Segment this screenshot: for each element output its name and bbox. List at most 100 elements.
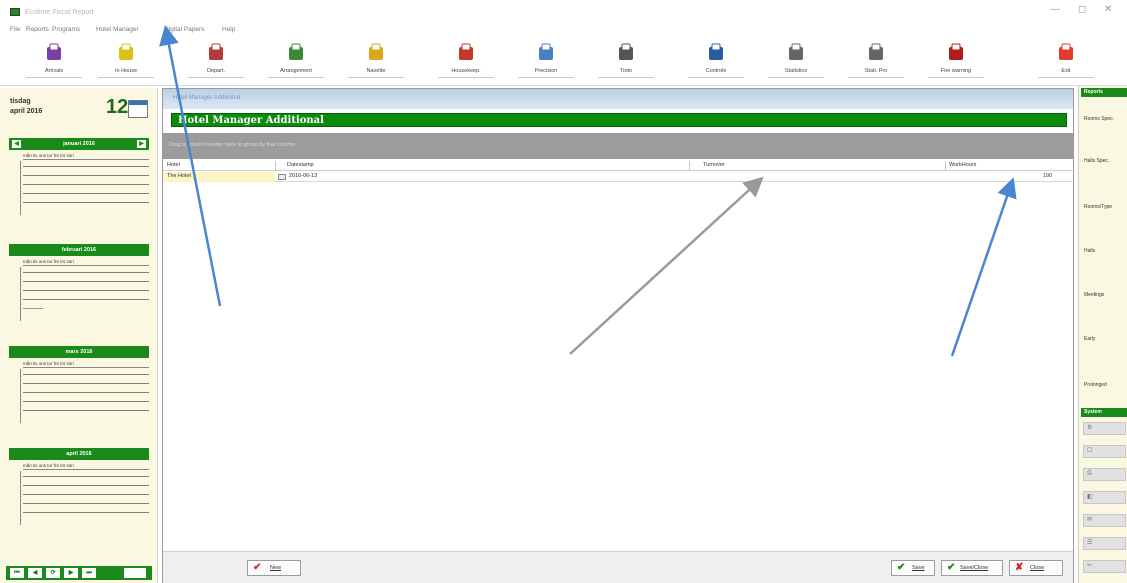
menu-reports[interactable]: Reports — [26, 26, 49, 33]
calendar-week-row[interactable] — [23, 401, 149, 402]
month-calendar: mars 2016 mån tis ons tor fre lör sön — [9, 346, 149, 424]
system-print-icon[interactable]: ⎙ — [1083, 468, 1126, 481]
report-link[interactable]: Rooms/Type — [1084, 204, 1112, 210]
save-close-button[interactable]: ✔ Save/Close — [941, 560, 1003, 576]
toolbar-underline — [438, 77, 494, 78]
weekday-row: mån tis ons tor fre lör sön — [23, 361, 149, 368]
calendar-grid-icon[interactable] — [124, 568, 146, 578]
first-month-button[interactable]: ⏮ — [10, 568, 24, 578]
menu-help[interactable]: Help — [222, 26, 235, 33]
column-header-turnover[interactable]: Turnover — [703, 162, 725, 168]
table-row[interactable]: The Hotel 2016-06-13 190 — [163, 172, 1073, 182]
toolbar: Arrivals In House Depart. Arrangement Navett… — [0, 40, 1127, 86]
month-grid[interactable]: mån tis ons tor fre lör sön — [9, 153, 149, 215]
last-month-button[interactable]: ⏭ — [82, 568, 96, 578]
close-icon[interactable]: ✕ — [1104, 4, 1112, 15]
minimize-icon[interactable]: — — [1050, 4, 1060, 15]
system-users-icon[interactable]: ☐ — [1083, 445, 1126, 458]
calendar-week-row[interactable] — [23, 308, 43, 309]
report-link[interactable]: Halls — [1084, 248, 1095, 254]
exit-button[interactable]: Exit — [1030, 42, 1102, 82]
today-button[interactable]: ⟳ — [46, 568, 60, 578]
calendar-week-row[interactable] — [23, 383, 149, 384]
report-link[interactable]: Prolonged — [1084, 382, 1107, 388]
system-mail-icon[interactable]: ✉ — [1083, 514, 1126, 527]
calendar-week-row[interactable] — [23, 202, 149, 203]
calendar-week-row[interactable] — [23, 299, 149, 300]
in-house-button[interactable]: In House — [90, 42, 162, 82]
report-link[interactable]: Halls Spec. — [1084, 158, 1109, 164]
menu-file[interactable]: File — [10, 26, 20, 33]
precision-icon — [536, 42, 556, 64]
calendar-week-row[interactable] — [23, 494, 149, 495]
prev-month-button[interactable]: ◀ — [28, 568, 42, 578]
calendar-week-row[interactable] — [23, 175, 149, 176]
month-grid[interactable]: mån tis ons tor fre lör sön — [9, 463, 149, 525]
month-header: januari 2016 — [9, 138, 149, 150]
system-log-icon[interactable]: ☰ — [1083, 537, 1126, 550]
calendar-week-row[interactable] — [23, 184, 149, 185]
date-picker-icon[interactable] — [278, 174, 286, 180]
calendar-week-row[interactable] — [23, 166, 149, 167]
menu-hotel-manager[interactable]: Hotel Manager — [96, 26, 139, 33]
system-settings-icon[interactable]: ⚙ — [1083, 422, 1126, 435]
arrivals-button[interactable]: Arrivals — [18, 42, 90, 82]
new-button[interactable]: ✔ New — [247, 560, 301, 576]
calendar-panel: tisdag april 2016 12 januari 2016 ◀ ▶ mån t… — [0, 88, 158, 583]
controle-button[interactable]: Controle — [680, 42, 752, 82]
report-link[interactable]: Meetings — [1084, 292, 1104, 298]
maximize-icon[interactable]: ◻ — [1078, 4, 1086, 15]
precision-button[interactable]: Precision — [510, 42, 582, 82]
system-tools-icon[interactable]: ✂ — [1083, 560, 1126, 573]
depart-button[interactable]: Depart. — [180, 42, 252, 82]
menu-digital-papers[interactable]: Digital Papers — [164, 26, 204, 33]
menu-bar: File Reports Programs Hotel Manager Digi… — [0, 26, 700, 38]
calendar-week-row[interactable] — [23, 503, 149, 504]
group-by-panel[interactable]: Drag a column header here to group by th… — [163, 133, 1073, 159]
close-button[interactable]: ✘ Close — [1009, 560, 1063, 576]
next-month-arrow-icon[interactable]: ▶ — [137, 140, 146, 148]
save-button[interactable]: ✔ Save — [891, 560, 935, 576]
toolbar-label: Navette — [366, 68, 386, 74]
calendar-week-row[interactable] — [23, 410, 149, 411]
calendar-week-row[interactable] — [23, 281, 149, 282]
statistics-pro-button[interactable]: Stati. Pro — [840, 42, 912, 82]
calendar-week-row[interactable] — [23, 392, 149, 393]
calendar-week-row[interactable] — [23, 512, 149, 513]
fire-warning-button[interactable]: Fire warning — [920, 42, 992, 82]
toolbar-underline — [598, 77, 654, 78]
calendar-week-row[interactable] — [23, 290, 149, 291]
navette-button[interactable]: Navette — [340, 42, 412, 82]
menu-programs[interactable]: Programs — [52, 26, 80, 33]
month-grid[interactable]: mån tis ons tor fre lör sön — [9, 259, 149, 321]
month-header: februari 2016 — [9, 244, 149, 256]
housekeeping-button[interactable]: Housekeep. — [430, 42, 502, 82]
prev-month-arrow-icon[interactable]: ◀ — [12, 140, 21, 148]
next-month-button[interactable]: ▶ — [64, 568, 78, 578]
toolbar-label: Depart. — [206, 68, 226, 74]
statistics-button[interactable]: Statistics — [760, 42, 832, 82]
column-header-hotel[interactable]: Hotel — [167, 162, 180, 168]
cell-workhours-value[interactable]: 190 — [1043, 173, 1052, 179]
month-grid[interactable]: mån tis ons tor fre lör sön — [9, 361, 149, 423]
calendar-week-row[interactable] — [23, 476, 149, 477]
calendar-week-row[interactable] — [23, 193, 149, 194]
arrangement-button[interactable]: Arrangement — [260, 42, 332, 82]
cell-hotel[interactable]: The Hotel — [163, 172, 275, 182]
toolbar-label: Arrangement — [280, 68, 312, 74]
save-button-label: Save — [912, 565, 925, 571]
todo-button[interactable]: Todo — [590, 42, 662, 82]
column-header-workhours[interactable]: WorkHours — [949, 162, 976, 168]
cell-datestamp-value[interactable]: 2016-06-13 — [289, 173, 317, 179]
calendar-week-row[interactable] — [23, 374, 149, 375]
calendar-week-row[interactable] — [23, 485, 149, 486]
system-backup-icon[interactable]: ◧ — [1083, 491, 1126, 504]
toolbar-underline — [928, 77, 984, 78]
calendar-week-row[interactable] — [23, 272, 149, 273]
calendar-icon[interactable] — [128, 100, 148, 118]
report-link[interactable]: Early — [1084, 336, 1095, 342]
toolbar-label: In House — [114, 68, 137, 74]
column-header-datestamp[interactable]: Datestamp — [287, 162, 314, 168]
toolbar-underline — [26, 77, 82, 78]
report-link[interactable]: Rooms Spec. — [1084, 116, 1114, 122]
